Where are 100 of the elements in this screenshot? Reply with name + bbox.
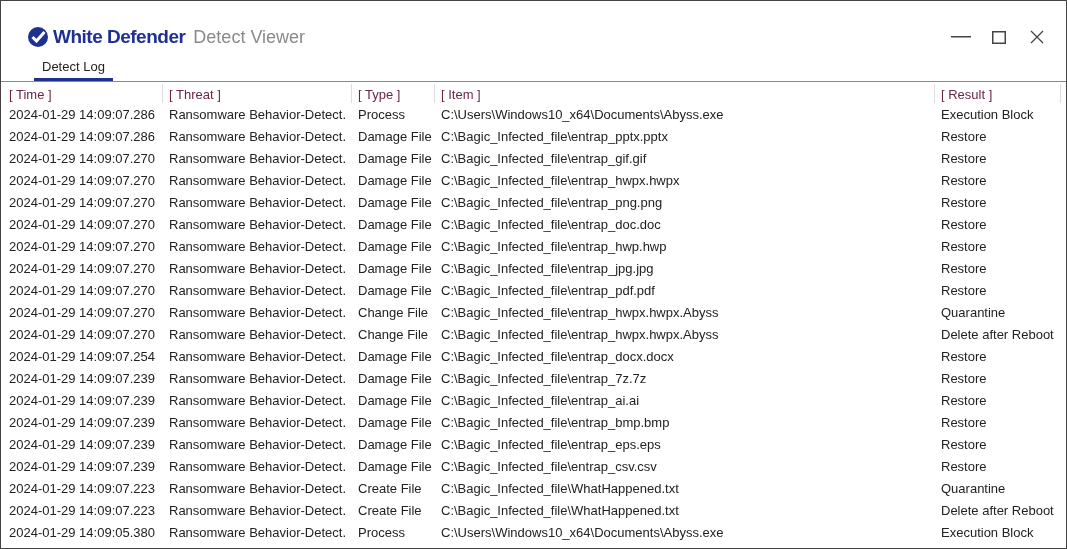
table-cell-text: C:\Bagic_Infected_file\WhatHappened.txt [440, 502, 680, 520]
table-cell-text: Restore [940, 348, 988, 366]
table-cell-text: Restore [940, 392, 988, 410]
table-cell-text: 2024-01-29 14:09:07.270 [8, 282, 156, 300]
table-cell-text: Execution Block [940, 524, 1035, 542]
table-cell-text: C:\Bagic_Infected_file\entrap_hwpx.hwpx.Abyss [440, 304, 720, 322]
column-header[interactable]: [ Item ] [435, 84, 935, 103]
table-cell-text: Ransomware Behavior-Detect. [168, 172, 348, 190]
window-title: Detect Viewer [193, 26, 306, 48]
table-cell-text: Change File [357, 326, 430, 344]
column-header[interactable]: [ Result ] [935, 84, 1061, 103]
table-cell-text: C:\Bagic_Infected_file\entrap_csv.csv [440, 458, 658, 476]
table-cell-text: C:\Bagic_Infected_file\entrap_gif.gif [440, 150, 648, 168]
table-cell-text: 2024-01-29 14:09:07.239 [8, 414, 156, 432]
table-cell-text: C:\Bagic_Infected_file\entrap_pptx.pptx [440, 128, 669, 146]
table-cell-text: 2024-01-29 14:09:07.239 [8, 458, 156, 476]
table-cell-text: Damage File [357, 458, 433, 476]
table-cell-text: Restore [940, 238, 988, 256]
table-cell-text: C:\Bagic_Infected_file\entrap_bmp.bmp [440, 414, 671, 432]
table-cell-text: Ransomware Behavior-Detect. [168, 370, 348, 388]
table-cell-text: Ransomware Behavior-Detect. [168, 128, 348, 146]
table-cell-text: Ransomware Behavior-Detect. [168, 150, 348, 168]
column-header[interactable]: [ Type ] [352, 84, 435, 103]
table-cell-text: Ransomware Behavior-Detect. [168, 414, 348, 432]
table-cell-text: 2024-01-29 14:09:07.270 [8, 326, 156, 344]
table-cell-text: Delete after Reboot [940, 502, 1055, 520]
table-cell-text: Ransomware Behavior-Detect. [168, 502, 348, 520]
table-cell-text: Create File [357, 502, 423, 520]
table-cell-text: C:\Bagic_Infected_file\entrap_docx.docx [440, 348, 675, 366]
table-cell-text: Restore [940, 194, 988, 212]
table-cell-text: Quarantine [940, 304, 1007, 322]
table-cell-text: 2024-01-29 14:09:07.270 [8, 216, 156, 234]
table-cell-text: Damage File [357, 392, 433, 410]
table-cell-text: Damage File [357, 260, 433, 278]
table-cell-text: Ransomware Behavior-Detect. [168, 260, 348, 278]
close-icon [1030, 30, 1044, 44]
table-cell-text: 2024-01-29 14:09:07.270 [8, 172, 156, 190]
table-cell-text: Damage File [357, 172, 433, 190]
table-cell-text: Ransomware Behavior-Detect. [168, 392, 348, 410]
table-cell-text: C:\Bagic_Infected_file\entrap_hwpx.hwpx [440, 172, 681, 190]
table-cell-text: Ransomware Behavior-Detect. [168, 458, 348, 476]
table-cell-text: 2024-01-29 14:09:07.286 [8, 106, 156, 124]
table-cell-text: Ransomware Behavior-Detect. [168, 282, 348, 300]
table-cell-text: 2024-01-29 14:09:07.239 [8, 392, 156, 410]
table-cell-text: Damage File [357, 348, 433, 366]
column-header[interactable]: [ Time ] [3, 84, 163, 103]
table-cell-text: Ransomware Behavior-Detect. [168, 348, 348, 366]
table-cell-text: 2024-01-29 14:09:07.223 [8, 502, 156, 520]
table-cell-text: Execution Block [940, 106, 1035, 124]
table-cell-text: 2024-01-29 14:09:07.270 [8, 304, 156, 322]
table-cell-text: Ransomware Behavior-Detect. [168, 238, 348, 256]
table-cell-text: C:\Bagic_Infected_file\entrap_doc.doc [440, 216, 662, 234]
table-cell-text: Damage File [357, 128, 433, 146]
table-cell-text: Change File [357, 304, 430, 322]
table-cell-text: C:\Bagic_Infected_file\entrap_ai.ai [440, 392, 640, 410]
table-cell-text: C:\Bagic_Infected_file\entrap_7z.7z [440, 370, 648, 388]
table-cell-text: Restore [940, 260, 988, 278]
table-cell-text: C:\Bagic_Infected_file\entrap_png.png [440, 194, 664, 212]
table-cell-text: Restore [940, 414, 988, 432]
table-cell-text: Damage File [357, 436, 433, 454]
table-cell-text: Restore [940, 150, 988, 168]
table-cell-text: 2024-01-29 14:09:07.286 [8, 128, 156, 146]
table-cell-text: Restore [940, 458, 988, 476]
table-cell-text: Ransomware Behavior-Detect. [168, 304, 348, 322]
table-cell-text: Ransomware Behavior-Detect. [168, 106, 348, 124]
table-cell-text: 2024-01-29 14:09:05.380 [8, 524, 156, 542]
table-cell-text: 2024-01-29 14:09:07.254 [8, 348, 156, 366]
tab[interactable]: Detect Log [34, 55, 113, 81]
brand-name: White Defender [53, 26, 186, 48]
table-cell-text: C:\Bagic_Infected_file\entrap_hwpx.hwpx.Abyss [440, 326, 720, 344]
table-cell-text: Create File [357, 480, 423, 498]
table-cell-text: Ransomware Behavior-Detect. [168, 480, 348, 498]
table-cell-text: 2024-01-29 14:09:07.239 [8, 436, 156, 454]
table-cell-text: 2024-01-29 14:09:07.239 [8, 370, 156, 388]
table-cell-text: Damage File [357, 414, 433, 432]
table-cell-text: Process [357, 106, 406, 124]
table-cell-text: Restore [940, 436, 988, 454]
table-cell-text: Ransomware Behavior-Detect. [168, 194, 348, 212]
table-cell-text: C:\Bagic_Infected_file\entrap_hwp.hwp [440, 238, 668, 256]
table-cell-text: C:\Users\Windows10_x64\Documents\Abyss.exe [440, 106, 725, 124]
maximize-icon [992, 30, 1006, 44]
table-cell-text: Damage File [357, 150, 433, 168]
table-cell-text: Restore [940, 128, 988, 146]
table-cell-text: Damage File [357, 194, 433, 212]
table-cell-text: C:\Bagic_Infected_file\entrap_eps.eps [440, 436, 662, 454]
table-cell-text: Process [357, 524, 406, 542]
table-cell-text: Ransomware Behavior-Detect. [168, 216, 348, 234]
table-cell-text: Ransomware Behavior-Detect. [168, 436, 348, 454]
table-cell-text: Damage File [357, 282, 433, 300]
table-cell-text: Ransomware Behavior-Detect. [168, 326, 348, 344]
table-cell-text: Damage File [357, 238, 433, 256]
table-cell-text: Restore [940, 216, 988, 234]
table-cell-text: 2024-01-29 14:09:07.270 [8, 150, 156, 168]
table-cell-text: Damage File [357, 370, 433, 388]
table-cell-text: C:\Bagic_Infected_file\entrap_pdf.pdf [440, 282, 656, 300]
table-cell-text: C:\Users\Windows10_x64\Documents\Abyss.exe [440, 524, 725, 542]
table-cell-text: Ransomware Behavior-Detect. [168, 524, 348, 542]
column-header[interactable]: [ Threat ] [163, 84, 352, 103]
table-cell-text: Quarantine [940, 480, 1007, 498]
table-cell-text: Restore [940, 172, 988, 190]
